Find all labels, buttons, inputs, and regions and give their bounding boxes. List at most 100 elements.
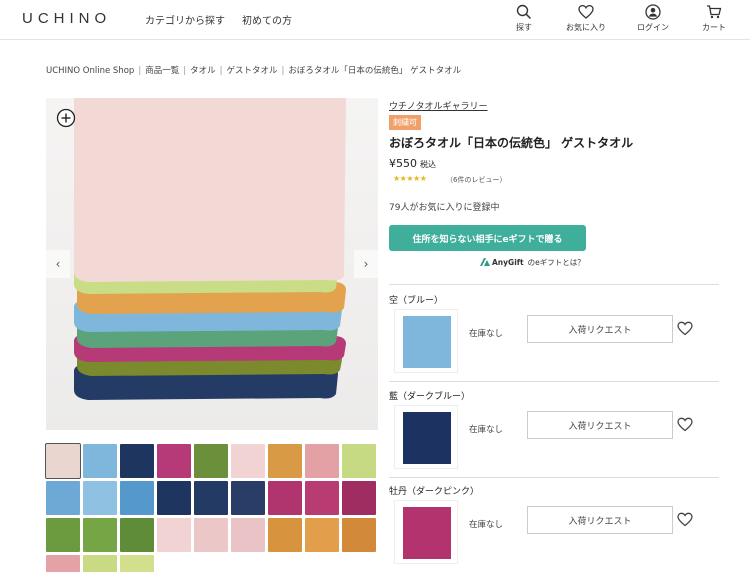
variant-name: 藍（ダークブルー） xyxy=(389,392,471,402)
thumbnail[interactable] xyxy=(305,481,339,515)
thumbnail[interactable] xyxy=(83,555,117,572)
site-header: UCHINO カテゴリから探す 初めての方 探す お気に入り ログイン カート xyxy=(0,0,750,40)
variant-row: 空（ブルー） 在庫なし 入荷リクエスト xyxy=(389,293,719,389)
anygift-info-link[interactable]: AnyGift のeギフトとは？ xyxy=(480,257,585,268)
thumbnail[interactable] xyxy=(268,481,302,515)
tax-label: 税込 xyxy=(420,160,436,169)
variant-stock-status: 在庫なし xyxy=(469,425,504,435)
variant-image[interactable] xyxy=(394,500,458,564)
thumbnail[interactable] xyxy=(46,518,80,552)
thumbnail[interactable] xyxy=(194,481,228,515)
thumbnail[interactable] xyxy=(83,518,117,552)
anygift-text: のeギフトとは？ xyxy=(527,258,585,267)
header-favorites-button[interactable]: お気に入り xyxy=(564,4,608,33)
thumbnail[interactable] xyxy=(268,518,302,552)
breadcrumb-products[interactable]: 商品一覧 xyxy=(145,66,179,76)
breadcrumb-home[interactable]: UCHINO Online Shop xyxy=(46,66,134,76)
user-icon xyxy=(645,4,661,20)
restock-request-button[interactable]: 入荷リクエスト xyxy=(527,506,673,534)
thumbnail[interactable] xyxy=(46,481,80,515)
header-favorites-label: お気に入り xyxy=(566,23,606,32)
breadcrumb-towel[interactable]: タオル xyxy=(190,66,216,76)
thumbnail[interactable] xyxy=(120,481,154,515)
variant-name: 牡丹（ダークピンク） xyxy=(389,487,480,497)
breadcrumb-current: おぼろタオル「日本の伝統色」 ゲストタオル xyxy=(288,66,462,76)
variant-favorite-button[interactable] xyxy=(677,512,693,531)
variant-row: 牡丹（ダークピンク） 在庫なし 入荷リクエスト xyxy=(389,484,719,572)
variant-swatch xyxy=(403,316,451,368)
breadcrumb-guest-towel[interactable]: ゲストタオル xyxy=(226,66,277,76)
product-title: おぼろタオル「日本の伝統色」 ゲストタオル xyxy=(389,136,634,150)
main-product-image[interactable]: ‹ › xyxy=(46,98,378,430)
variant-row: 藍（ダークブルー） 在庫なし 入荷リクエスト xyxy=(389,389,719,485)
variant-image[interactable] xyxy=(394,405,458,469)
variant-swatch xyxy=(403,507,451,559)
thumbnail[interactable] xyxy=(194,444,228,478)
price-value: ¥550 xyxy=(389,157,417,170)
chevron-right-icon: › xyxy=(363,257,369,271)
thumbnail[interactable] xyxy=(342,444,376,478)
header-login-label: ログイン xyxy=(637,23,669,32)
thumbnail[interactable] xyxy=(120,555,154,572)
variant-image[interactable] xyxy=(394,309,458,373)
thumbnail[interactable] xyxy=(342,481,376,515)
search-icon xyxy=(516,4,532,20)
towel-stack-image xyxy=(74,98,346,400)
gallery-link[interactable]: ウチノタオルギャラリー xyxy=(389,99,488,112)
cart-icon xyxy=(707,5,722,19)
header-cart-button[interactable]: カート xyxy=(692,4,736,33)
variant-stock-status: 在庫なし xyxy=(469,520,504,530)
towel-layer xyxy=(74,98,346,282)
thumbnail[interactable] xyxy=(268,444,302,478)
thumbnail[interactable] xyxy=(46,555,80,572)
zoom-in-icon xyxy=(56,108,76,128)
header-search-label: 探す xyxy=(516,23,532,32)
thumbnail[interactable] xyxy=(342,518,376,552)
header-search-button[interactable]: 探す xyxy=(502,4,546,33)
site-logo[interactable]: UCHINO xyxy=(22,10,111,27)
variant-swatch xyxy=(403,412,451,464)
thumbnail[interactable] xyxy=(231,518,265,552)
thumbnail[interactable] xyxy=(157,444,191,478)
zoom-button[interactable] xyxy=(56,108,76,132)
restock-request-button[interactable]: 入荷リクエスト xyxy=(527,411,673,439)
thumbnail[interactable] xyxy=(157,518,191,552)
thumbnail[interactable] xyxy=(157,481,191,515)
nav-first-time[interactable]: 初めての方 xyxy=(242,12,292,27)
thumbnail[interactable] xyxy=(45,443,81,479)
thumbnail[interactable] xyxy=(231,481,265,515)
nav-category-search[interactable]: カテゴリから探す xyxy=(145,12,225,27)
anygift-logo-icon xyxy=(480,258,490,266)
rating-stars: ★★★★★ xyxy=(393,174,427,183)
heart-icon xyxy=(677,417,693,432)
variant-stock-status: 在庫なし xyxy=(469,329,504,339)
variant-favorite-button[interactable] xyxy=(677,417,693,436)
thumbnail[interactable] xyxy=(120,444,154,478)
chevron-left-icon: ‹ xyxy=(55,257,61,271)
prev-image-button[interactable]: ‹ xyxy=(46,250,70,278)
divider xyxy=(389,477,719,478)
thumbnail[interactable] xyxy=(305,444,339,478)
review-count-link[interactable]: （6件のレビュー） xyxy=(446,175,506,185)
header-cart-label: カート xyxy=(702,23,726,32)
divider xyxy=(389,284,719,285)
egift-button[interactable]: 住所を知らない相手にeギフトで贈る xyxy=(389,225,586,251)
product-price: ¥550 税込 xyxy=(389,157,436,170)
breadcrumb: UCHINO Online Shop | 商品一覧 | タオル | ゲストタオル | おぼろタオ… xyxy=(46,66,462,76)
thumbnail[interactable] xyxy=(120,518,154,552)
thumbnail[interactable] xyxy=(231,444,265,478)
embroidery-badge: 刺繍可 xyxy=(389,115,421,130)
restock-request-button[interactable]: 入荷リクエスト xyxy=(527,315,673,343)
thumbnail[interactable] xyxy=(83,444,117,478)
variant-favorite-button[interactable] xyxy=(677,321,693,340)
favorite-count: 79人がお気に入りに登録中 xyxy=(389,203,500,213)
next-image-button[interactable]: › xyxy=(354,250,378,278)
anygift-logo: AnyGift xyxy=(492,258,524,267)
divider xyxy=(389,381,719,382)
heart-icon xyxy=(677,321,693,336)
heart-icon xyxy=(677,512,693,527)
thumbnail[interactable] xyxy=(83,481,117,515)
header-login-button[interactable]: ログイン xyxy=(631,4,675,33)
thumbnail[interactable] xyxy=(194,518,228,552)
thumbnail[interactable] xyxy=(305,518,339,552)
